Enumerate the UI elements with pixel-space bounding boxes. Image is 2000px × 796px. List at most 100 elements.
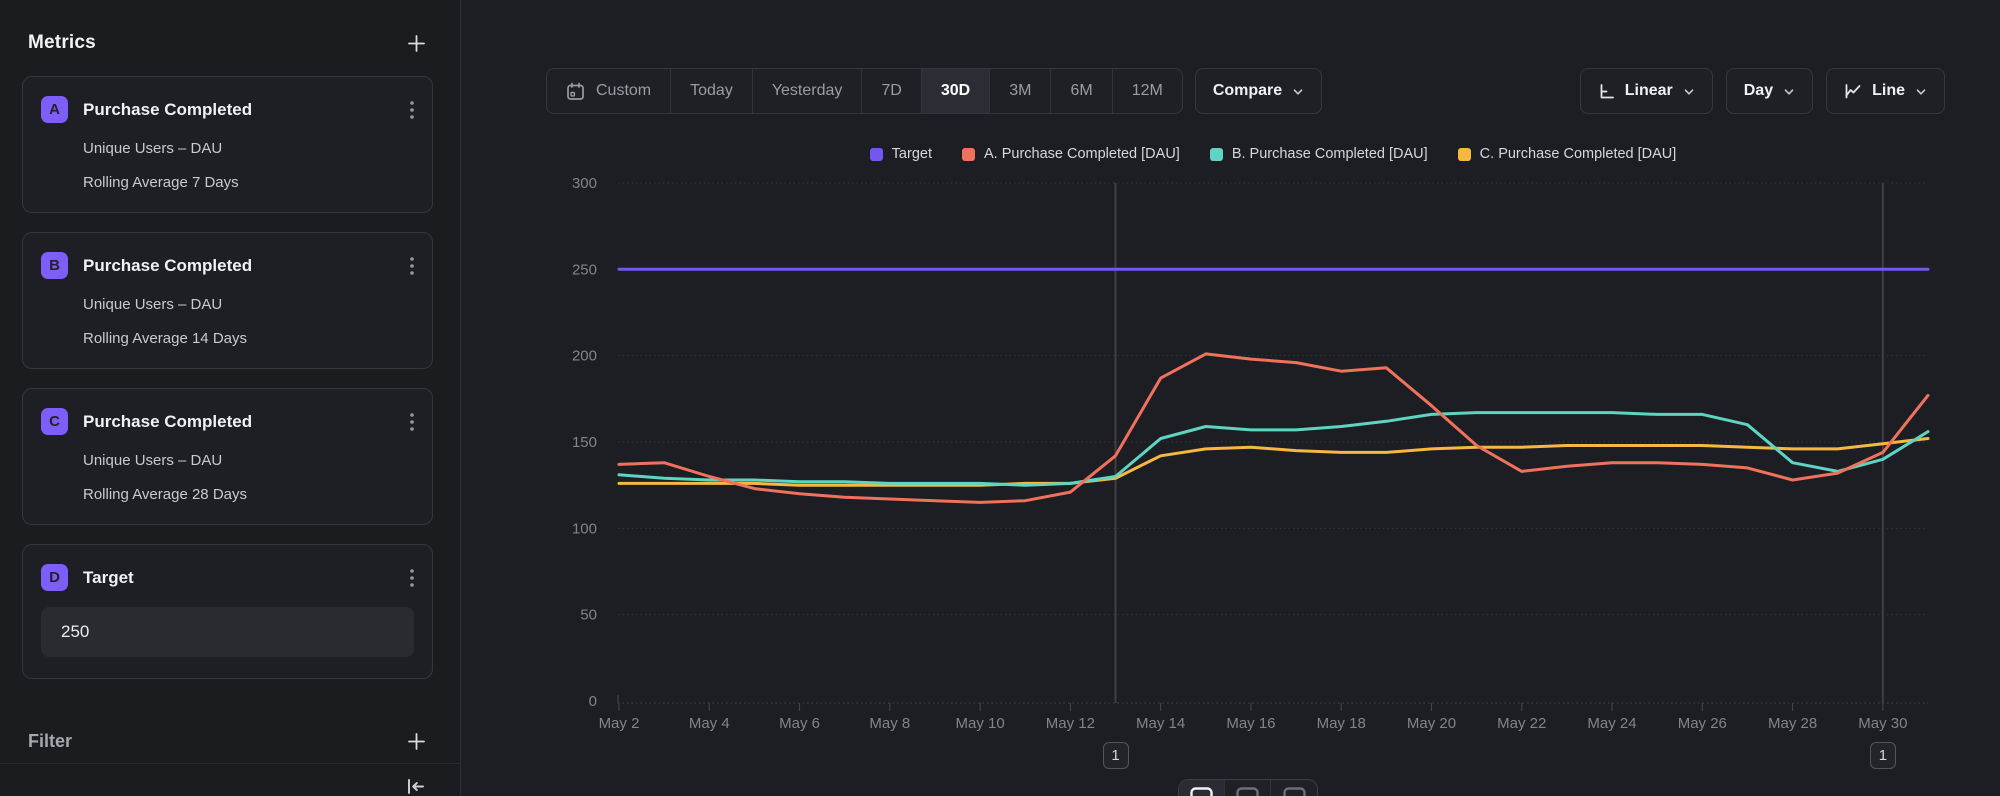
kebab-icon bbox=[410, 101, 414, 119]
range-label: Today bbox=[690, 82, 733, 100]
y-axis-tick-label: 0 bbox=[589, 693, 597, 710]
x-axis-tick-label: May 22 bbox=[1497, 715, 1546, 732]
sidebar-footer bbox=[0, 763, 460, 796]
range-label: 12M bbox=[1132, 82, 1163, 100]
metric-transform: Rolling Average 7 Days bbox=[83, 174, 414, 191]
target-title: Target bbox=[83, 568, 395, 588]
scale-label: Linear bbox=[1625, 82, 1673, 100]
target-value-input[interactable]: 250 bbox=[41, 607, 414, 657]
kebab-icon bbox=[410, 413, 414, 431]
y-axis-tick-label: 250 bbox=[572, 261, 597, 278]
chart-settings-group: Linear Day Line bbox=[1580, 68, 1945, 114]
collapse-left-icon bbox=[404, 776, 426, 796]
kebab-menu-button[interactable] bbox=[410, 413, 414, 431]
range-label: 3M bbox=[1009, 82, 1031, 100]
metric-card-list: A Purchase Completed Unique Users – DAU Rol… bbox=[22, 76, 433, 679]
chart-toolbar: Custom Today Yesterday 7D 30D 3M 6M 12M Compare… bbox=[546, 68, 1945, 114]
y-axis-tick-label: 100 bbox=[572, 520, 597, 537]
x-axis-tick-label: May 16 bbox=[1226, 715, 1275, 732]
target-card: D Target 250 bbox=[22, 544, 433, 679]
x-axis-tick-label: May 6 bbox=[779, 715, 820, 732]
chart-view-toggle-chart[interactable] bbox=[1179, 780, 1225, 796]
range-today[interactable]: Today bbox=[671, 69, 753, 113]
chart-view-icon bbox=[1190, 787, 1213, 796]
chevron-down-icon bbox=[1292, 86, 1304, 98]
x-axis-tick-label: May 14 bbox=[1136, 715, 1185, 732]
filter-heading: Filter bbox=[28, 731, 72, 752]
x-axis-tick-label: May 28 bbox=[1768, 715, 1817, 732]
range-3m[interactable]: 3M bbox=[990, 69, 1051, 113]
chevron-down-icon bbox=[1783, 86, 1795, 98]
kebab-menu-button[interactable] bbox=[410, 257, 414, 275]
x-axis-tick-label: May 20 bbox=[1407, 715, 1456, 732]
plus-icon bbox=[407, 34, 426, 53]
series-line-a[interactable] bbox=[619, 354, 1928, 503]
metric-measure: Unique Users – DAU bbox=[83, 140, 414, 157]
chart-type-label: Line bbox=[1872, 82, 1905, 100]
y-axis-tick-label: 150 bbox=[572, 434, 597, 451]
compare-label: Compare bbox=[1213, 82, 1282, 100]
series-line-c[interactable] bbox=[619, 439, 1928, 486]
add-filter-button[interactable] bbox=[407, 732, 426, 751]
range-7d[interactable]: 7D bbox=[862, 69, 921, 113]
y-axis-tick-label: 300 bbox=[572, 175, 597, 192]
range-custom[interactable]: Custom bbox=[547, 69, 671, 113]
x-axis-tick-label: May 18 bbox=[1317, 715, 1366, 732]
metric-badge: B bbox=[41, 252, 68, 279]
x-axis-tick-label: May 26 bbox=[1678, 715, 1727, 732]
x-axis-tick-label: May 24 bbox=[1587, 715, 1636, 732]
chevron-down-icon bbox=[1683, 86, 1695, 98]
metric-card: A Purchase Completed Unique Users – DAU Rol… bbox=[22, 76, 433, 213]
kebab-icon bbox=[410, 257, 414, 275]
metric-measure: Unique Users – DAU bbox=[83, 452, 414, 469]
y-axis-tick-label: 50 bbox=[580, 607, 597, 624]
kebab-menu-button[interactable] bbox=[410, 101, 414, 119]
annotation-badge[interactable]: 1 bbox=[1103, 742, 1129, 769]
metrics-dashboard: Metrics A Purchase Completed Unique Users … bbox=[0, 0, 2000, 796]
metric-title: Purchase Completed bbox=[83, 412, 395, 432]
range-yesterday[interactable]: Yesterday bbox=[753, 69, 863, 113]
x-axis-tick-label: May 4 bbox=[689, 715, 730, 732]
date-range-selector: Custom Today Yesterday 7D 30D 3M 6M 12M bbox=[546, 68, 1183, 114]
chart-view-toggle-split[interactable] bbox=[1225, 780, 1271, 796]
range-30d[interactable]: 30D bbox=[922, 69, 990, 113]
interval-selector-button[interactable]: Day bbox=[1726, 68, 1813, 114]
metric-title: Purchase Completed bbox=[83, 256, 395, 276]
range-label: 7D bbox=[881, 82, 901, 100]
metric-transform: Rolling Average 28 Days bbox=[83, 486, 414, 503]
range-label: Custom bbox=[596, 82, 651, 100]
x-axis-tick-label: May 2 bbox=[599, 715, 640, 732]
metric-measure: Unique Users – DAU bbox=[83, 296, 414, 313]
add-metric-button[interactable] bbox=[407, 34, 426, 53]
plus-icon bbox=[407, 732, 426, 751]
kebab-icon bbox=[410, 569, 414, 587]
scale-selector-button[interactable]: Linear bbox=[1580, 68, 1713, 114]
chart-type-selector-button[interactable]: Line bbox=[1826, 68, 1945, 114]
metric-badge: C bbox=[41, 408, 68, 435]
x-axis-tick-label: May 8 bbox=[869, 715, 910, 732]
metric-card: B Purchase Completed Unique Users – DAU Rol… bbox=[22, 232, 433, 369]
interval-label: Day bbox=[1744, 82, 1773, 100]
range-label: 6M bbox=[1070, 82, 1092, 100]
kebab-menu-button[interactable] bbox=[410, 569, 414, 587]
range-12m[interactable]: 12M bbox=[1113, 69, 1182, 113]
metric-card: C Purchase Completed Unique Users – DAU Rol… bbox=[22, 388, 433, 525]
x-axis-tick-label: May 30 bbox=[1858, 715, 1907, 732]
metric-badge: A bbox=[41, 96, 68, 123]
range-6m[interactable]: 6M bbox=[1051, 69, 1112, 113]
filter-section-header: Filter bbox=[28, 726, 426, 756]
metrics-heading: Metrics bbox=[28, 32, 96, 54]
chart-view-toggle-table[interactable] bbox=[1271, 780, 1317, 796]
metric-transform: Rolling Average 14 Days bbox=[83, 330, 414, 347]
line-chart[interactable]: 0 50 100 150 200 250 300 May 2 May 4 May 6 May 8 Ma… bbox=[540, 140, 1960, 760]
y-axis-tick-label: 200 bbox=[572, 348, 597, 365]
table-view-icon bbox=[1283, 787, 1306, 796]
metric-title: Purchase Completed bbox=[83, 100, 395, 120]
collapse-sidebar-button[interactable] bbox=[404, 776, 426, 796]
sidebar-header: Metrics bbox=[28, 28, 426, 58]
compare-button[interactable]: Compare bbox=[1195, 68, 1322, 114]
calendar-icon bbox=[566, 82, 585, 101]
x-axis-tick-label: May 10 bbox=[956, 715, 1005, 732]
metric-badge: D bbox=[41, 564, 68, 591]
annotation-badge[interactable]: 1 bbox=[1870, 742, 1896, 769]
